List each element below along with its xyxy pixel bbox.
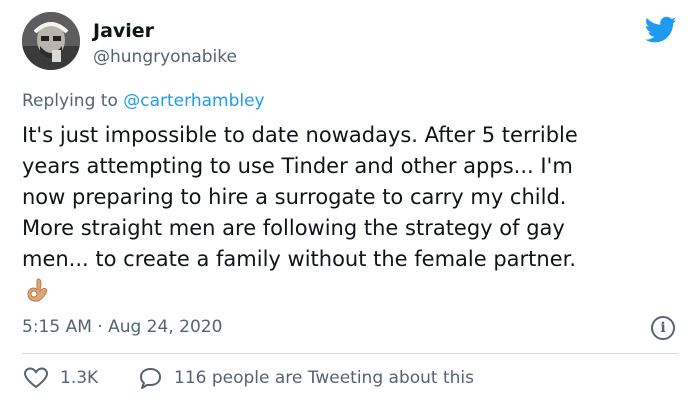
ok-hand-emoji-icon xyxy=(27,278,48,302)
avatar-photo-icon xyxy=(22,12,80,70)
reply-prefix: Replying to xyxy=(22,91,118,111)
reply-context: Replying to @carterhambley xyxy=(22,91,265,111)
like-count: 1.3K xyxy=(60,368,99,388)
heart-icon xyxy=(24,367,48,389)
tweet-timestamp[interactable]: 5:15 AM · Aug 24, 2020 xyxy=(22,317,222,337)
tweet-text: It's just impossible to date nowadays. A… xyxy=(22,123,578,271)
comment-label: 116 people are Tweeting about this xyxy=(174,368,474,388)
reply-mention-link[interactable]: @carterhambley xyxy=(123,91,264,111)
twitter-bird-icon[interactable] xyxy=(645,16,677,44)
like-button[interactable]: 1.3K xyxy=(24,367,98,389)
avatar[interactable] xyxy=(22,12,80,70)
speech-bubble-icon xyxy=(140,368,161,389)
author-name[interactable]: Javier xyxy=(93,20,154,42)
author-handle[interactable]: @hungryonabike xyxy=(93,47,237,67)
divider xyxy=(22,353,679,354)
info-icon[interactable]: i xyxy=(651,316,675,340)
comment-button[interactable]: 116 people are Tweeting about this xyxy=(138,367,474,389)
